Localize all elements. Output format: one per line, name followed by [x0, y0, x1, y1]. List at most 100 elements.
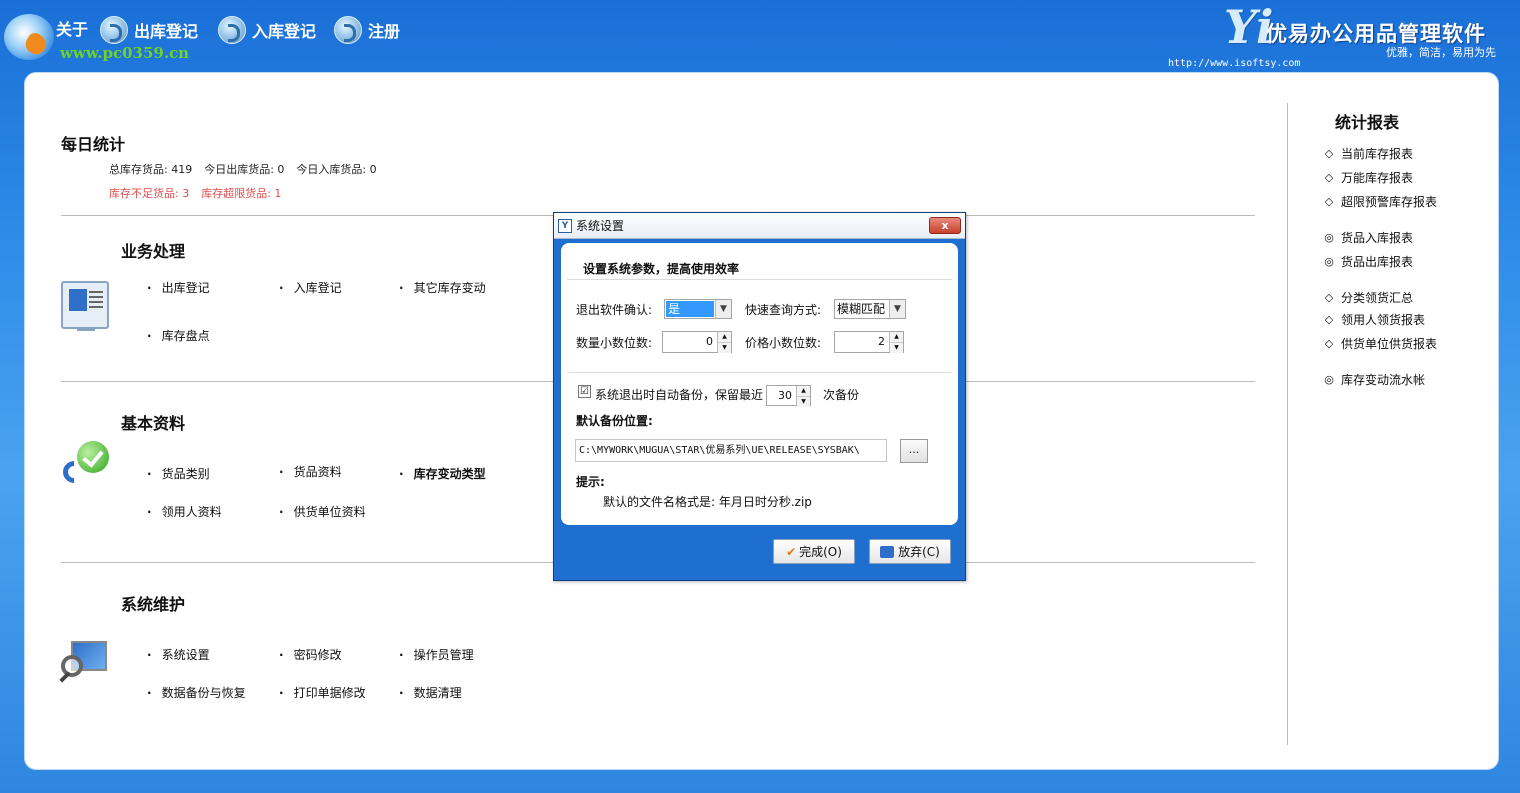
- auto-backup-checkbox[interactable]: ☑: [578, 385, 591, 398]
- document-icon: [61, 281, 109, 331]
- price-decimals-stepper[interactable]: 2 ▲ ▼: [834, 331, 904, 353]
- backup-path-input[interactable]: C:\MYWORK\MUGUA\STAR\优易系列\UE\RELEASE\SYS…: [575, 439, 887, 462]
- report-stock-ledger[interactable]: ◎ 库存变动流水帐: [1323, 371, 1425, 388]
- app-small-icon: Y: [558, 218, 572, 233]
- report-label: 分类领货汇总: [1341, 291, 1414, 305]
- chevron-down-icon: ▼: [715, 300, 731, 318]
- qty-decimals-value: 0: [706, 335, 713, 348]
- report-label: 超限预警库存报表: [1341, 195, 1438, 209]
- link-operator-management[interactable]: 操作员管理: [399, 646, 474, 663]
- nav-register-label: 注册: [368, 22, 401, 41]
- dialog-title: 系统设置: [576, 219, 625, 233]
- spin-down-icon[interactable]: ▼: [797, 397, 810, 407]
- report-category-summary[interactable]: ◇ 分类领货汇总: [1323, 289, 1413, 306]
- report-recipient[interactable]: ◇ 领用人领货报表: [1323, 311, 1425, 328]
- vertical-divider: [1287, 103, 1288, 745]
- nav-outbound[interactable]: 出库登记: [100, 16, 198, 44]
- report-supplier[interactable]: ◇ 供货单位供货报表: [1323, 335, 1437, 352]
- dialog-titlebar[interactable]: Y 系统设置: [554, 213, 965, 239]
- link-goods-info[interactable]: 货品资料: [279, 463, 342, 480]
- link-change-password[interactable]: 密码修改: [279, 646, 342, 663]
- refresh-icon: [100, 16, 128, 44]
- divider: [567, 372, 952, 373]
- exit-confirm-select[interactable]: 是 ▼: [664, 299, 732, 319]
- report-universal-stock[interactable]: ◇ 万能库存报表: [1323, 169, 1413, 186]
- query-mode-select[interactable]: 模糊匹配 ▼: [834, 299, 906, 319]
- business-section-title: 业务处理: [121, 242, 186, 261]
- ok-button[interactable]: ✔ 完成(O): [773, 539, 855, 564]
- spin-down-icon[interactable]: ▼: [718, 343, 731, 353]
- nav-about[interactable]: 关于: [56, 16, 88, 40]
- hint-label: 提示:: [576, 475, 605, 489]
- link-goods-category[interactable]: 货品类别: [147, 465, 210, 482]
- report-label: 库存变动流水帐: [1341, 373, 1426, 387]
- link-data-cleanup[interactable]: 数据清理: [399, 684, 462, 701]
- app-logo-icon: [4, 14, 54, 60]
- spin-down-icon[interactable]: ▼: [890, 343, 903, 353]
- diamond-icon: ◇: [1324, 337, 1334, 350]
- report-label: 供货单位供货报表: [1341, 337, 1438, 351]
- exit-confirm-label: 退出软件确认:: [576, 303, 653, 317]
- checkmark-icon: ✔: [786, 544, 797, 559]
- report-over-limit-warning[interactable]: ◇ 超限预警库存报表: [1323, 193, 1437, 210]
- dialog-body: 设置系统参数，提高使用效率 退出软件确认: 是 ▼ 快速查询方式: 模糊匹配 ▼…: [561, 243, 958, 525]
- today-in-stat: 今日入库货品: 0: [296, 163, 377, 176]
- link-recipient-info[interactable]: 领用人资料: [147, 503, 222, 520]
- backup-keep-value: 30: [778, 389, 792, 402]
- brand-logo: Yi 优易办公用品管理软件 优雅，简洁，易用为先 http://www.isof…: [1168, 0, 1508, 70]
- diamond-icon: ◇: [1324, 313, 1334, 326]
- monitor-search-icon: [59, 637, 109, 685]
- browse-button[interactable]: ...: [900, 439, 928, 463]
- report-label: 当前库存报表: [1341, 147, 1414, 161]
- hint-text: 默认的文件名格式是: 年月日时分秒.zip: [603, 495, 812, 509]
- nav-register[interactable]: 注册: [334, 16, 400, 44]
- close-button[interactable]: x: [929, 217, 961, 234]
- nav-about-label: 关于: [56, 20, 89, 39]
- query-mode-label: 快速查询方式:: [745, 303, 822, 317]
- link-other-stock-change[interactable]: 其它库存变动: [399, 279, 486, 296]
- low-stock-alert[interactable]: 库存不足货品: 3: [109, 185, 189, 201]
- link-inbound[interactable]: 入库登记: [279, 279, 342, 296]
- link-supplier-info[interactable]: 供货单位资料: [279, 503, 366, 520]
- total-stock-stat: 总库存货品: 419: [109, 163, 193, 176]
- price-decimals-value: 2: [878, 335, 885, 348]
- chevron-down-icon: ▼: [889, 300, 905, 318]
- refresh-icon: [334, 16, 362, 44]
- qty-decimals-stepper[interactable]: 0 ▲ ▼: [662, 331, 732, 353]
- link-stocktake[interactable]: 库存盘点: [147, 327, 210, 344]
- auto-backup-label: 系统退出时自动备份，保留最近: [595, 388, 764, 402]
- spin-up-icon[interactable]: ▲: [797, 386, 810, 397]
- undo-icon: [880, 545, 895, 558]
- link-print-template[interactable]: 打印单据修改: [279, 684, 366, 701]
- cancel-label: 放弃(C): [898, 545, 940, 559]
- target-icon: ◎: [1324, 255, 1334, 268]
- spin-up-icon[interactable]: ▲: [890, 332, 903, 343]
- brand-slogan: 优雅，简洁，易用为先: [1386, 46, 1496, 59]
- daily-alert-line: 库存不足货品: 3 库存超限货品: 1: [109, 185, 281, 201]
- report-goods-inbound[interactable]: ◎ 货品入库报表: [1323, 229, 1413, 246]
- ok-label: 完成(O): [799, 545, 842, 559]
- spin-up-icon[interactable]: ▲: [718, 332, 731, 343]
- link-outbound[interactable]: 出库登记: [147, 279, 210, 296]
- brand-url: http://www.isoftsy.com: [1168, 58, 1301, 69]
- system-settings-dialog: Y 系统设置 x 设置系统参数，提高使用效率 退出软件确认: 是 ▼ 快速查询方…: [553, 212, 966, 581]
- report-goods-outbound[interactable]: ◎ 货品出库报表: [1323, 253, 1413, 270]
- divider: [567, 279, 952, 280]
- exit-confirm-value: 是: [666, 301, 714, 317]
- cancel-button[interactable]: 放弃(C): [869, 539, 951, 564]
- backup-keep-stepper[interactable]: 30 ▲ ▼: [766, 385, 811, 407]
- link-system-settings[interactable]: 系统设置: [147, 646, 210, 663]
- daily-stats-title: 每日统计: [61, 135, 126, 154]
- nav-outbound-label: 出库登记: [134, 22, 199, 41]
- report-current-stock[interactable]: ◇ 当前库存报表: [1323, 145, 1413, 162]
- target-icon: ◎: [1324, 231, 1334, 244]
- link-stock-change-type[interactable]: 库存变动类型: [399, 465, 486, 482]
- basic-section-title: 基本资料: [121, 414, 186, 433]
- link-backup-restore[interactable]: 数据备份与恢复: [147, 684, 246, 701]
- top-bar: www.pc0359.cn 关于 出库登记 入库登记 注册 Yi 优易办公用品管…: [0, 0, 1520, 70]
- backup-keep-suffix: 次备份: [823, 388, 860, 402]
- over-stock-alert[interactable]: 库存超限货品: 1: [201, 185, 281, 201]
- diamond-icon: ◇: [1324, 291, 1334, 304]
- nav-inbound[interactable]: 入库登记: [218, 16, 316, 44]
- nav-inbound-label: 入库登记: [252, 22, 317, 41]
